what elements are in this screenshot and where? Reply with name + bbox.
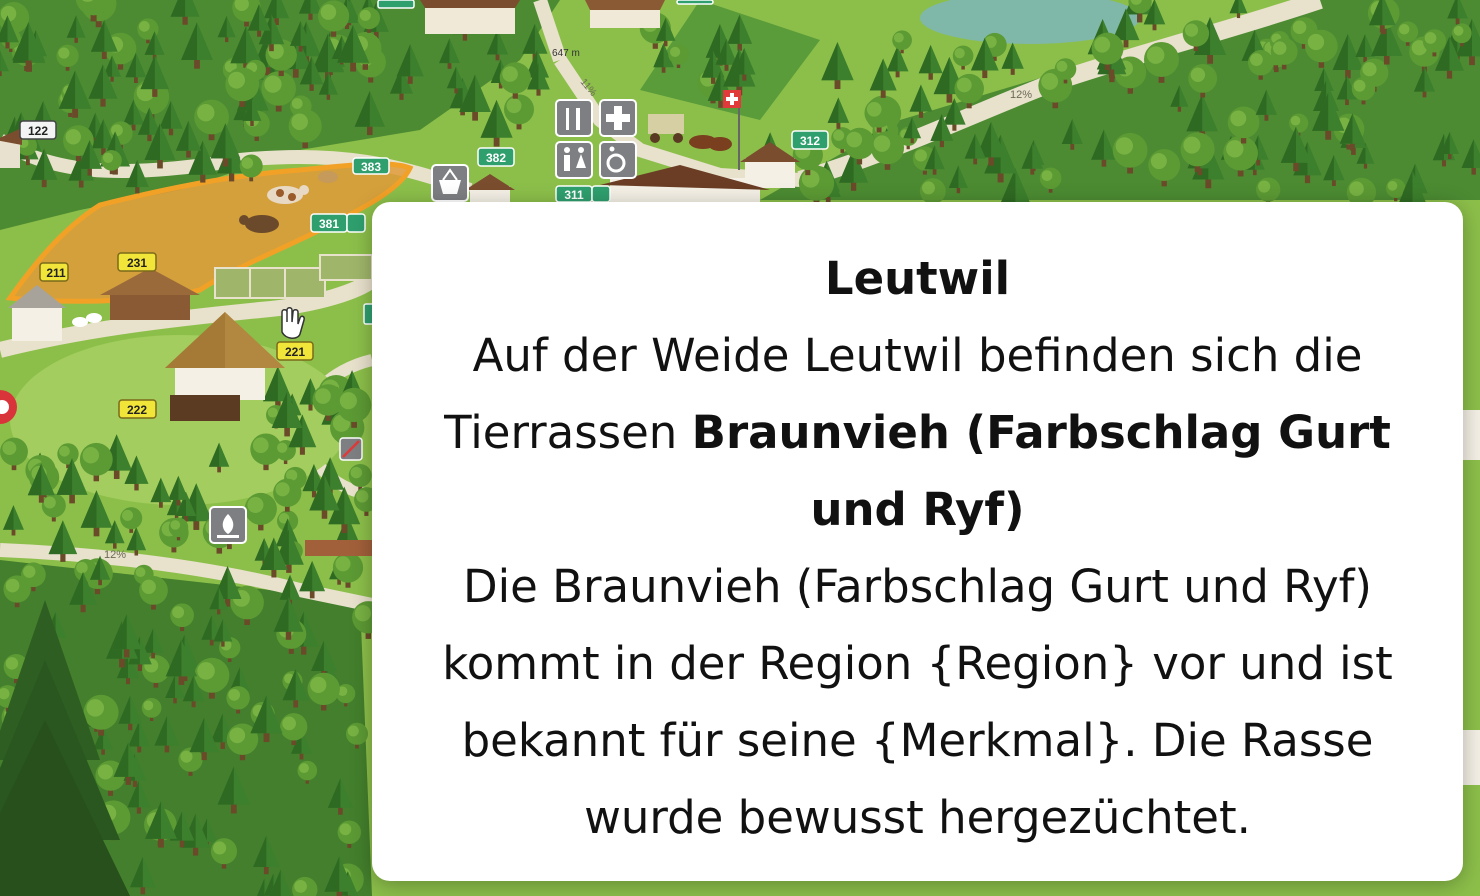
marker-222[interactable]: 222 bbox=[118, 399, 157, 419]
marker-label: 122 bbox=[28, 124, 48, 138]
accessible-icon bbox=[346, 213, 366, 233]
grade-label: 12% bbox=[104, 549, 126, 561]
marker-231[interactable]: 231 bbox=[117, 252, 157, 272]
marker-label: 382 bbox=[486, 151, 506, 165]
elevation-label: 647 m bbox=[552, 48, 580, 59]
marker-label: 311 bbox=[564, 188, 584, 202]
marker-label: 312 bbox=[800, 134, 820, 148]
marker-311[interactable]: 311 bbox=[555, 185, 611, 203]
marker-label: 231 bbox=[127, 256, 147, 270]
barn-north bbox=[585, 0, 665, 28]
marker-label: 381 bbox=[319, 217, 339, 231]
grade-label: 12% bbox=[1010, 89, 1032, 101]
marker-383[interactable]: 383 bbox=[352, 157, 390, 175]
first-aid-icon[interactable] bbox=[599, 99, 637, 137]
marker-381[interactable]: 381 bbox=[310, 213, 366, 233]
breed-name: Braunvieh (Farbschlag Gurt bbox=[691, 406, 1391, 459]
popup-desc-4: wurde bewusst hergezüchtet. bbox=[584, 791, 1251, 844]
popup-breeds-cont: und Ryf) bbox=[442, 471, 1393, 548]
marker-221[interactable]: 221 bbox=[276, 341, 314, 361]
marker-382[interactable]: 382 bbox=[477, 147, 515, 167]
accessible-icon bbox=[591, 185, 611, 203]
pasture-info-popup: Leutwil Auf der Weide Leutwil befinden s… bbox=[372, 202, 1463, 881]
accessible-wc-icon[interactable] bbox=[599, 141, 637, 179]
farmhouse-north bbox=[420, 0, 520, 34]
popup-breeds: Tierrassen Braunvieh (Farbschlag Gurt bbox=[444, 406, 1391, 459]
marker-312[interactable]: 312 bbox=[791, 130, 829, 150]
marker-label: 222 bbox=[127, 403, 147, 417]
marker-122[interactable]: 122 bbox=[19, 120, 57, 140]
marker-label: 221 bbox=[285, 345, 305, 359]
cow-small bbox=[318, 171, 338, 183]
fire-pit-icon[interactable] bbox=[209, 506, 247, 544]
marker-label: 383 bbox=[361, 160, 381, 174]
popup-desc-2: kommt in der Region {Region} vor und ist bbox=[442, 637, 1393, 690]
popup-intro: Auf der Weide Leutwil befinden sich die bbox=[472, 329, 1363, 382]
popup-desc-3: bekannt für seine {Merkmal}. Die Rasse bbox=[461, 714, 1374, 767]
no-bike-icon[interactable] bbox=[339, 437, 363, 461]
shop-basket-icon[interactable] bbox=[431, 164, 469, 202]
marker-211[interactable]: 211 bbox=[39, 262, 69, 282]
restaurant-icon[interactable] bbox=[555, 99, 593, 137]
toilet-icon[interactable] bbox=[555, 141, 593, 179]
popup-title: Leutwil bbox=[824, 252, 1011, 305]
breed-name: und Ryf) bbox=[810, 483, 1025, 536]
marker-label: 211 bbox=[46, 266, 66, 280]
stall-building bbox=[170, 395, 240, 421]
popup-desc-1: Die Braunvieh (Farbschlag Gurt und Ryf) bbox=[463, 560, 1372, 613]
